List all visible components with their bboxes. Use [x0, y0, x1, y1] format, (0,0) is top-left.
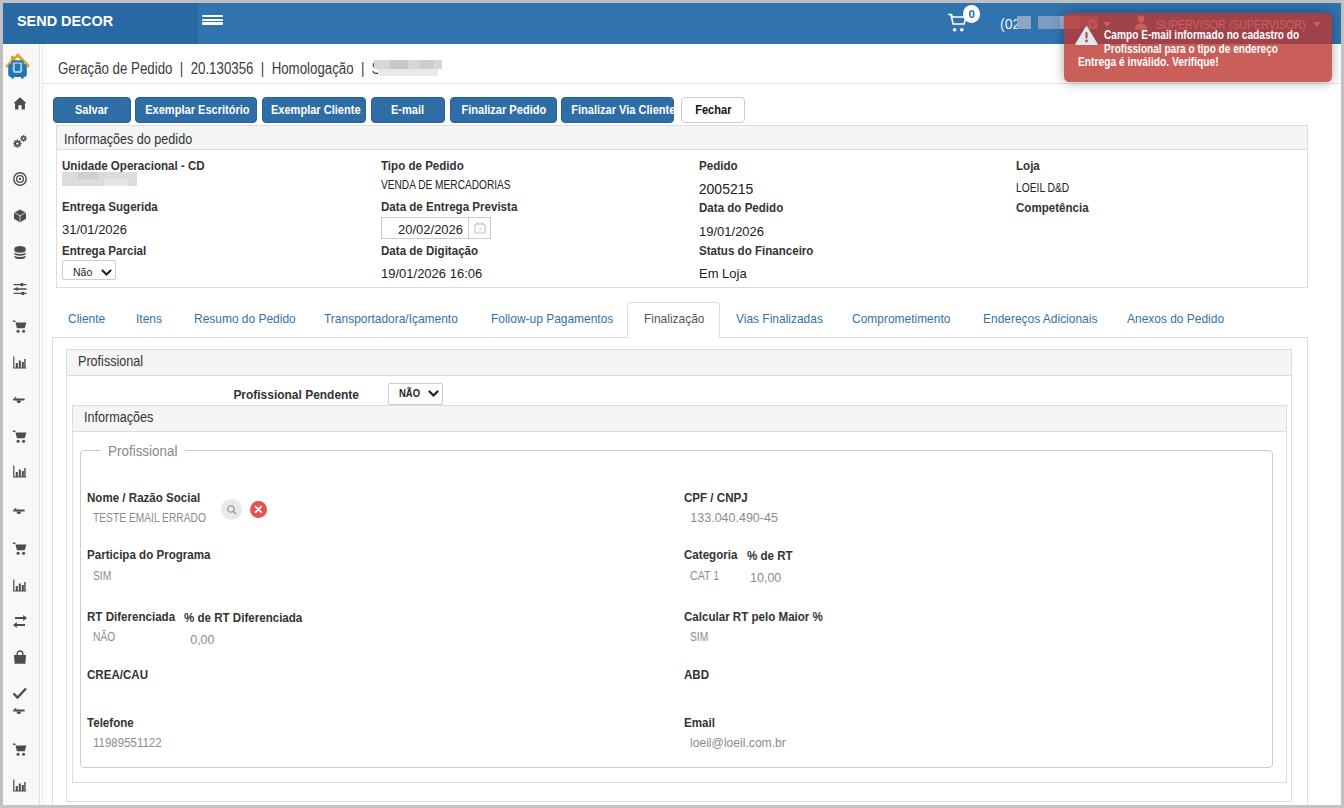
- svg-text:7: 7: [478, 227, 482, 233]
